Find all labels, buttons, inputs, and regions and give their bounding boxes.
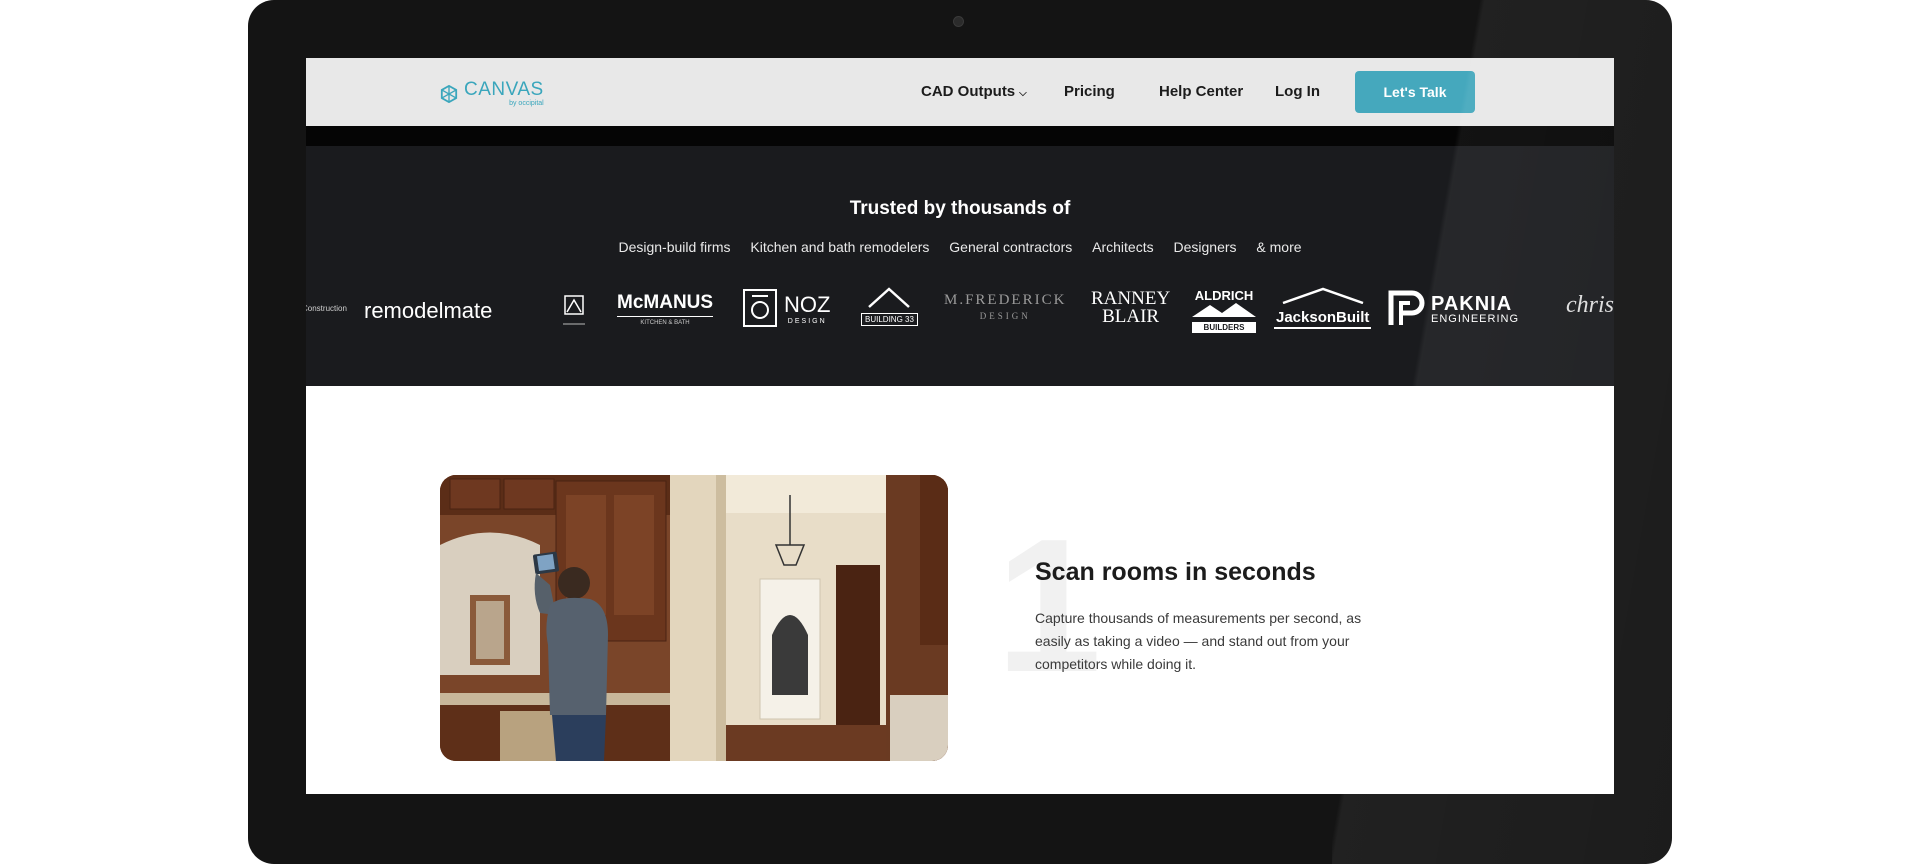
nav-pricing[interactable]: Pricing	[1064, 83, 1115, 100]
nav-help-center[interactable]: Help Center	[1159, 83, 1243, 100]
chevron-down-icon: ⌵	[1019, 88, 1027, 99]
segment-architects: Architects	[1092, 239, 1154, 255]
logo-ranney-blair: RANNEY BLAIR	[1091, 289, 1170, 328]
segment-more: & more	[1256, 239, 1302, 255]
segment-general-contractors: General contractors	[949, 239, 1073, 255]
logo-subtitle: by occipital	[509, 100, 544, 107]
nav-help-center-label: Help Center	[1159, 83, 1244, 100]
logo-mfrederick-name: M.FREDERICK	[944, 292, 1067, 308]
feature-title: Scan rooms in seconds	[1035, 558, 1316, 586]
room-scan-photo	[440, 475, 948, 761]
logo-partial-right: christ	[1566, 292, 1614, 318]
logo-aldrich-sub: BUILDERS	[1192, 322, 1256, 333]
nav-cad-outputs[interactable]: CAD Outputs ⌵	[921, 83, 1027, 100]
logo-jackson-roof-icon	[1282, 287, 1364, 305]
logo-building-roof-icon	[868, 287, 911, 308]
segment-designers: Designers	[1173, 239, 1237, 255]
logo-remodelmate: remodelmate	[364, 298, 493, 323]
customer-logo-carousel: Construction remodelmate McMANUS KITCHEN…	[306, 286, 1614, 346]
room-scan-illustration	[440, 475, 948, 761]
logo-mfrederick: M.FREDERICK DESIGN	[944, 292, 1066, 321]
logo-wordmark: CANVAS	[464, 79, 544, 100]
feature-section: 1 Scan rooms in seconds Capture thousand…	[306, 386, 1614, 794]
logo-jacksonbuilt: JacksonBuilt	[1274, 286, 1372, 329]
nav-log-in[interactable]: Log In	[1275, 83, 1320, 100]
logo-paknia-sub: ENGINEERING	[1431, 312, 1520, 325]
logo-ranney-line2: BLAIR	[1102, 306, 1160, 328]
segment-kitchen-bath: Kitchen and bath remodelers	[750, 239, 930, 255]
logo-building-name: BUILDING 33	[861, 313, 918, 326]
customer-segments: Design-build firms Kitchen and bath remo…	[306, 239, 1614, 255]
device-frame: CANVAS by occipital CAD Outputs ⌵ Pricing…	[248, 0, 1672, 864]
logo-paknia-mark-icon	[1388, 290, 1425, 325]
segment-design-build: Design-build firms	[618, 239, 731, 255]
nav-pricing-label: Pricing	[1064, 83, 1115, 100]
browser-screen: CANVAS by occipital CAD Outputs ⌵ Pricing…	[306, 58, 1614, 794]
logo-noz-mark-icon	[743, 289, 777, 327]
logo-noz-name: NOZ	[784, 291, 831, 317]
logo-paknia: PAKNIA ENGINEERING	[1388, 290, 1519, 328]
logo-mcmanus-name: McMANUS	[617, 292, 714, 317]
nav-cad-outputs-label: CAD Outputs	[921, 83, 1016, 100]
logo-paknia-name: PAKNIA	[1431, 292, 1513, 315]
logo-aldrich: ALDRICH BUILDERS	[1192, 288, 1256, 333]
logo-building: BUILDING 33	[861, 286, 918, 326]
feature-description: Capture thousands of measurements per se…	[1035, 610, 1362, 672]
logo-jackson-name: JacksonBuilt	[1274, 309, 1372, 329]
canvas-logo-icon	[440, 84, 458, 103]
lets-talk-button[interactable]: Let's Talk	[1355, 71, 1475, 113]
logo-partial-left: Construction	[306, 304, 347, 313]
canvas-logo[interactable]: CANVAS by occipital	[440, 80, 544, 107]
logo-noz-sub: DESIGN	[787, 317, 827, 325]
logo-noz-design: NOZ DESIGN	[742, 288, 830, 328]
top-navigation: CANVAS by occipital CAD Outputs ⌵ Pricing…	[306, 58, 1614, 126]
logo-mcmanus-sub: KITCHEN & BATH	[640, 320, 690, 326]
logo-mcmanus: McMANUS KITCHEN & BATH	[617, 292, 714, 326]
logo-mfrederick-sub: DESIGN	[979, 311, 1031, 321]
logo-monogram-icon	[563, 295, 585, 325]
trusted-by-section: Trusted by thousands of Design-build fir…	[306, 146, 1614, 386]
logo-aldrich-mountain-icon	[1192, 303, 1256, 317]
logo-aldrich-name: ALDRICH	[1194, 288, 1254, 303]
nav-divider-strip	[306, 126, 1614, 146]
trusted-title: Trusted by thousands of	[849, 198, 1071, 219]
nav-log-in-label: Log In	[1275, 83, 1320, 100]
camera-dot	[953, 16, 964, 27]
